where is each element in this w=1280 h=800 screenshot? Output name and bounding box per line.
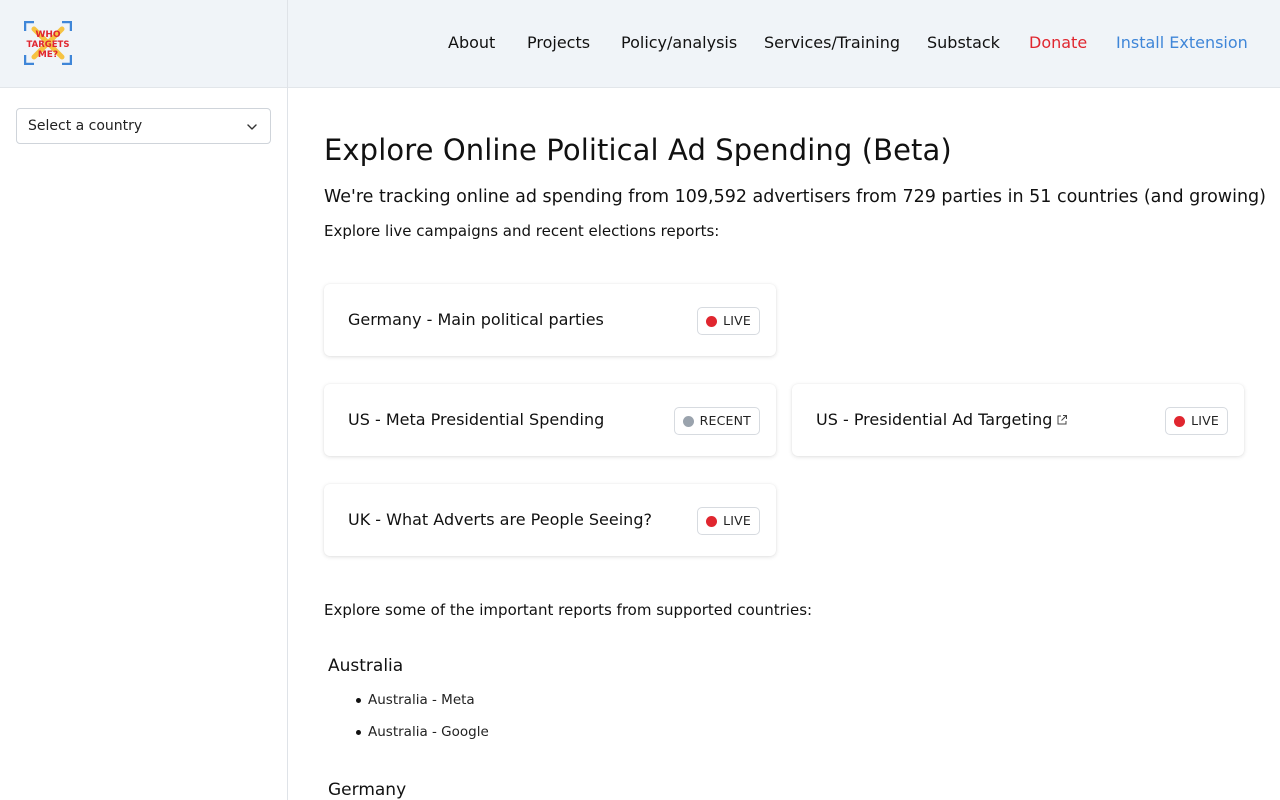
country-reports-intro: Explore some of the important reports fr… xyxy=(324,601,813,619)
status-badge: RECENT xyxy=(673,407,760,435)
status-badge-label: LIVE xyxy=(723,513,751,528)
nav-install-extension[interactable]: Install Extension xyxy=(1116,32,1248,54)
sidebar: Select a country xyxy=(0,88,288,800)
report-card-title: UK - What Adverts are People Seeing? xyxy=(348,510,652,529)
nav-substack[interactable]: Substack xyxy=(927,32,1000,54)
list-bullet xyxy=(356,730,361,735)
report-link-australia-google[interactable]: Australia - Google xyxy=(368,723,489,741)
report-card-germany[interactable]: Germany - Main political parties LIVE xyxy=(324,284,776,356)
live-dot-icon xyxy=(1174,415,1186,427)
nav-policy-analysis[interactable]: Policy/analysis xyxy=(621,32,737,54)
nav-about[interactable]: About xyxy=(448,32,495,54)
report-card-us-targeting[interactable]: US - Presidential Ad Targeting LIVE xyxy=(792,384,1244,456)
nav-projects[interactable]: Projects xyxy=(527,32,590,54)
report-card-title: US - Presidential Ad Targeting xyxy=(816,410,1053,429)
report-card-title-wrap: US - Presidential Ad Targeting xyxy=(816,409,1068,431)
report-card-title: Germany - Main political parties xyxy=(348,310,604,329)
status-badge: LIVE xyxy=(697,507,760,535)
country-select-value: Select a country xyxy=(28,118,143,134)
status-badge-label: LIVE xyxy=(723,313,751,328)
nav-services-training[interactable]: Services/Training xyxy=(764,32,900,54)
live-dot-icon xyxy=(706,315,718,327)
status-badge-label: RECENT xyxy=(699,413,751,428)
top-header: WHO TARGETS ME? About Projects Policy/an… xyxy=(0,0,1280,88)
report-card-title: US - Meta Presidential Spending xyxy=(348,410,605,429)
recent-dot-icon xyxy=(682,415,694,427)
report-link-australia-meta[interactable]: Australia - Meta xyxy=(368,691,475,709)
main-nav: About Projects Policy/analysis Services/… xyxy=(0,32,1280,56)
live-reports-intro: Explore live campaigns and recent electi… xyxy=(324,222,720,240)
page-subtitle: We're tracking online ad spending from 1… xyxy=(324,187,1266,207)
external-link-icon xyxy=(1057,415,1068,425)
nav-donate[interactable]: Donate xyxy=(1029,32,1087,54)
main-content: Explore Online Political Ad Spending (Be… xyxy=(324,88,1266,800)
live-dot-icon xyxy=(706,515,718,527)
country-heading-germany: Germany xyxy=(328,780,407,800)
page-title: Explore Online Political Ad Spending (Be… xyxy=(324,133,952,167)
country-select[interactable]: Select a country xyxy=(16,108,271,144)
status-badge: LIVE xyxy=(1165,407,1228,435)
report-card-uk[interactable]: UK - What Adverts are People Seeing? LIV… xyxy=(324,484,776,556)
status-badge-label: LIVE xyxy=(1191,413,1219,428)
report-card-us-meta[interactable]: US - Meta Presidential Spending RECENT xyxy=(324,384,776,456)
list-bullet xyxy=(356,698,361,703)
chevron-down-icon xyxy=(247,124,257,130)
status-badge: LIVE xyxy=(697,307,760,335)
country-heading-australia: Australia xyxy=(328,656,404,676)
